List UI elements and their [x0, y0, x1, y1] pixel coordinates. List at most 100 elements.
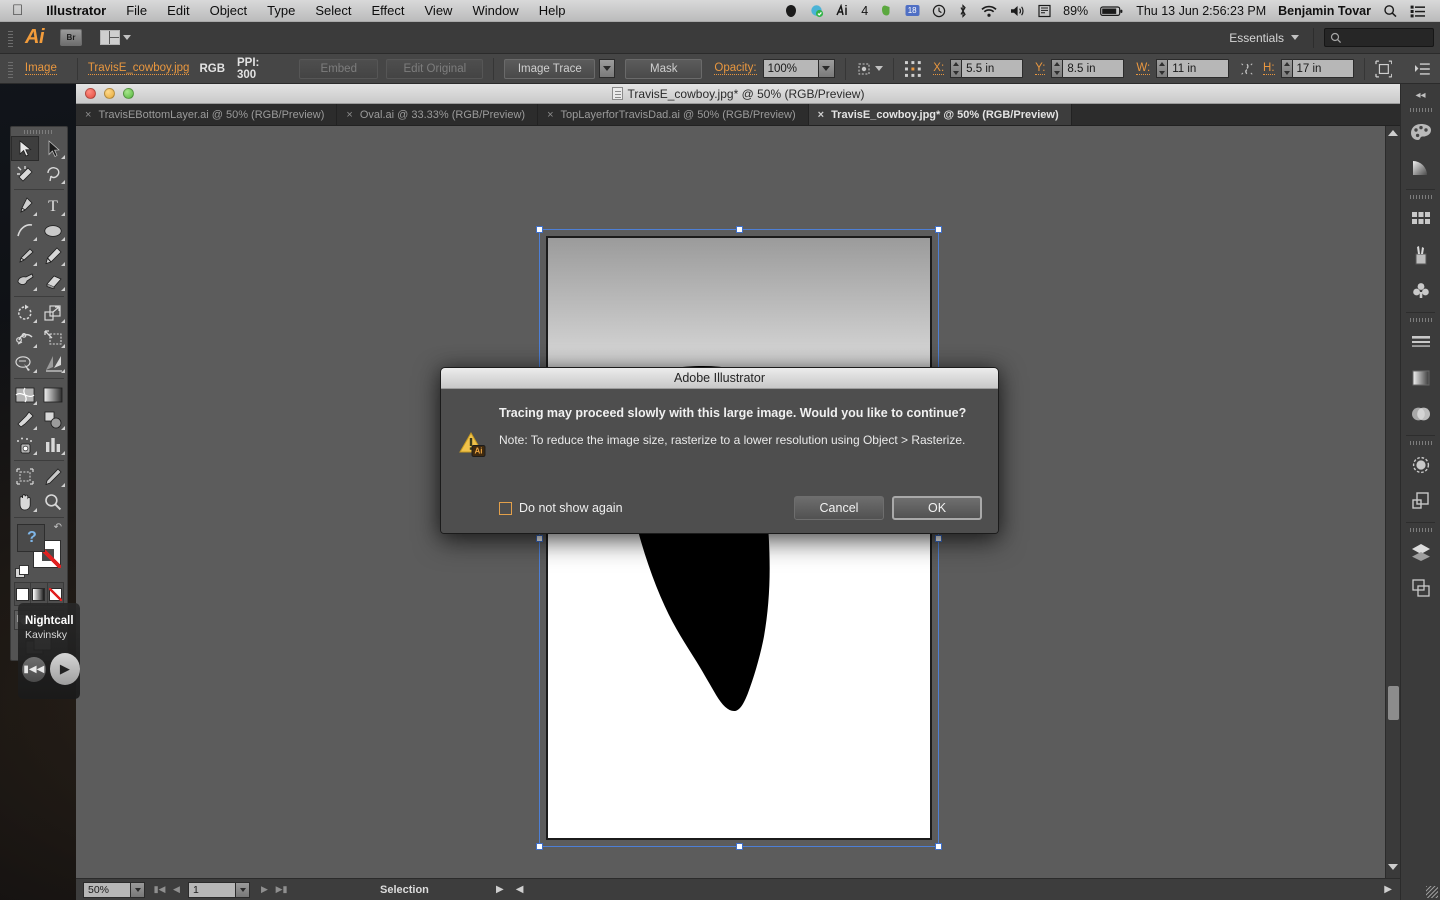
gradient-panel-icon[interactable] — [1401, 360, 1440, 396]
swap-fill-stroke-icon[interactable]: ↶ — [54, 522, 62, 533]
search-icon[interactable] — [1377, 4, 1404, 18]
dock-grip[interactable] — [1401, 316, 1440, 324]
fill-swatch[interactable]: ? — [17, 524, 45, 552]
pencil-tool[interactable] — [39, 243, 67, 268]
collapse-panels-icon[interactable]: ◂◂ — [1401, 84, 1440, 106]
wifi-icon[interactable] — [974, 4, 1004, 18]
opacity-dropdown[interactable] — [818, 59, 835, 78]
ellipse-tool[interactable] — [39, 218, 67, 243]
close-icon[interactable]: × — [547, 109, 553, 121]
apple-logo-icon[interactable]:  — [0, 3, 36, 18]
eraser-tool[interactable] — [39, 268, 67, 293]
scale-tool[interactable] — [39, 300, 67, 325]
constrain-proportions-icon[interactable] — [1239, 61, 1255, 77]
menu-select[interactable]: Select — [305, 0, 361, 22]
menu-view[interactable]: View — [415, 0, 463, 22]
color-swatch-icon[interactable] — [15, 583, 32, 605]
direct-selection-tool[interactable] — [39, 136, 67, 161]
perspective-grid-tool[interactable] — [39, 350, 67, 375]
pen-tool[interactable] — [11, 193, 39, 218]
transform-options-button[interactable] — [856, 61, 883, 77]
color-guide-icon[interactable] — [1401, 150, 1440, 186]
hand-tool[interactable] — [11, 489, 39, 514]
scroll-right-icon[interactable]: ▶ — [1376, 884, 1400, 895]
blob-brush-tool[interactable] — [11, 268, 39, 293]
zoom-level-input[interactable]: 50% — [83, 881, 131, 898]
free-transform-tool[interactable] — [39, 325, 67, 350]
align-reference-icon[interactable] — [904, 60, 922, 78]
menu-object[interactable]: Object — [200, 0, 258, 22]
scroll-up-icon[interactable] — [1388, 130, 1398, 136]
column-graph-tool[interactable] — [39, 432, 67, 457]
edit-original-button[interactable]: Edit Original — [386, 58, 484, 79]
symbol-sprayer-tool[interactable] — [11, 432, 39, 457]
menu-window[interactable]: Window — [462, 0, 528, 22]
canvas-horizontal-scrollbar[interactable]: ▶ ◀ ▶ — [496, 878, 1400, 900]
status-menu-icon[interactable]: ▶ — [496, 884, 510, 895]
sync-check-icon[interactable] — [804, 4, 830, 18]
menu-effect[interactable]: Effect — [361, 0, 414, 22]
scroll-down-icon[interactable] — [1388, 864, 1398, 870]
x-input[interactable]: 5.5 in — [961, 59, 1024, 78]
document-tab-travise-cowboy[interactable]: × TravisE_cowboy.jpg* @ 50% (RGB/Preview… — [808, 104, 1072, 125]
line-segment-tool[interactable] — [11, 218, 39, 243]
workspace-switcher[interactable]: Essentials — [1215, 31, 1313, 45]
menu-type[interactable]: Type — [257, 0, 305, 22]
eyedropper-tool[interactable] — [11, 407, 39, 432]
artboard-icon[interactable] — [1374, 59, 1393, 78]
slice-tool[interactable] — [39, 464, 67, 489]
previous-track-icon[interactable]: ▮◀◀ — [22, 656, 46, 682]
evernote-icon[interactable] — [874, 4, 899, 17]
image-trace-presets-dropdown[interactable] — [599, 59, 616, 78]
notification-center-icon[interactable] — [1404, 4, 1432, 18]
graphic-styles-panel-icon[interactable] — [1401, 483, 1440, 519]
width-tool[interactable] — [11, 325, 39, 350]
x-stepper[interactable] — [950, 59, 962, 78]
last-page-icon[interactable]: ▶▮ — [273, 881, 290, 899]
document-tab-toplayerfortravisdad[interactable]: × TopLayerforTravisDad.ai @ 50% (RGB/Pre… — [538, 104, 809, 125]
layers-panel-icon[interactable] — [1401, 534, 1440, 570]
appearance-panel-icon[interactable] — [1401, 447, 1440, 483]
vertical-scroll-thumb[interactable] — [1388, 686, 1399, 720]
panel-menu-icon[interactable] — [1414, 60, 1432, 78]
document-tab-travisebottomlayer[interactable]: × TravisEBottomLayer.ai @ 50% (RGB/Previ… — [76, 104, 338, 125]
rotate-tool[interactable] — [11, 300, 39, 325]
page-number-input[interactable]: 1 — [188, 881, 236, 898]
play-icon[interactable]: ▶ — [49, 653, 80, 685]
menu-datetime[interactable]: Thu 13 Jun 2:56:23 PM — [1130, 0, 1272, 22]
artboard[interactable] — [546, 236, 932, 840]
brushes-panel-icon[interactable] — [1401, 237, 1440, 273]
menu-edit[interactable]: Edit — [157, 0, 199, 22]
first-page-icon[interactable]: ▮◀ — [151, 881, 168, 899]
artboards-panel-icon[interactable] — [1401, 570, 1440, 606]
do-not-show-again-checkbox[interactable] — [499, 501, 512, 515]
y-input[interactable]: 8.5 in — [1062, 59, 1125, 78]
type-tool[interactable]: T — [39, 193, 67, 218]
display-icon[interactable] — [1032, 4, 1057, 18]
h-field-group[interactable]: 17 in — [1280, 59, 1354, 78]
x-field-group[interactable]: 5.5 in — [950, 59, 1024, 78]
none-icon[interactable] — [47, 583, 63, 605]
y-stepper[interactable] — [1051, 59, 1063, 78]
dock-grip[interactable] — [1401, 193, 1440, 201]
illustrator-menu-icon[interactable] — [830, 4, 855, 17]
menu-help[interactable]: Help — [529, 0, 576, 22]
h-input[interactable]: 17 in — [1291, 59, 1354, 78]
do-not-show-again-label[interactable]: Do not show again — [519, 501, 623, 515]
opacity-control[interactable]: 100% — [762, 59, 835, 78]
blend-tool[interactable] — [39, 407, 67, 432]
linked-file-name[interactable]: TravisE_cowboy.jpg — [87, 62, 190, 75]
default-fill-stroke-icon[interactable] — [15, 565, 29, 578]
image-trace-button[interactable]: Image Trace — [504, 58, 596, 79]
ok-button[interactable]: OK — [892, 496, 982, 520]
w-input[interactable]: 11 in — [1167, 59, 1230, 78]
tools-panel-grip[interactable] — [11, 127, 67, 136]
w-field-group[interactable]: 11 in — [1156, 59, 1230, 78]
w-stepper[interactable] — [1156, 59, 1168, 78]
embed-button[interactable]: Embed — [299, 58, 379, 79]
artboard-tool[interactable] — [11, 464, 39, 489]
document-tab-oval[interactable]: × Oval.ai @ 33.33% (RGB/Preview) — [337, 104, 539, 125]
mesh-tool[interactable] — [11, 382, 39, 407]
symbols-panel-icon[interactable] — [1401, 273, 1440, 309]
transparency-panel-icon[interactable] — [1401, 396, 1440, 432]
